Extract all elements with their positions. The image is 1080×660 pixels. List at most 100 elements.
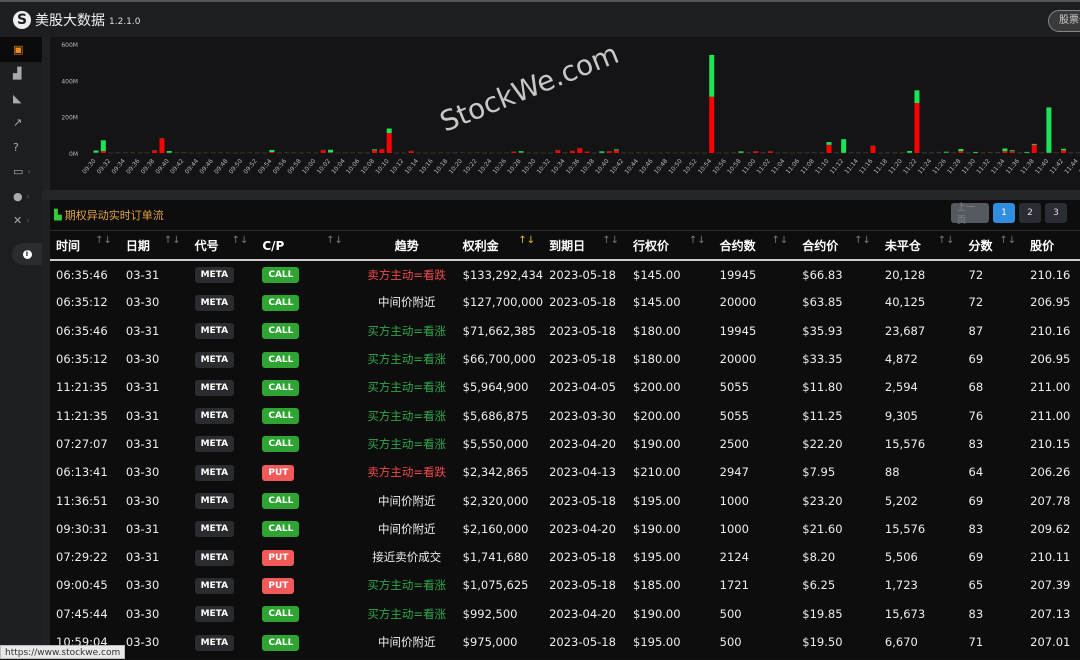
table-row[interactable]: 06:35:46 03-31 META CALL 卖方主动=看跌 $133,292,434… <box>50 260 1080 288</box>
cell-score: 83 <box>963 600 1025 628</box>
sort-icon[interactable]: ↑↓ <box>999 235 1016 246</box>
score-value: 72 <box>968 267 984 282</box>
sidebar-item-monitor[interactable]: ▭ › <box>0 160 42 185</box>
page-2-button[interactable]: 2 <box>1019 203 1041 223</box>
option-type-badge: CALL <box>262 323 300 340</box>
table-row[interactable]: 11:21:35 03-31 META CALL 买方主动=看涨 $5,964,900 20… <box>50 373 1080 401</box>
expiry-value: 2023-05-18 <box>549 550 616 565</box>
table-row[interactable]: 10:59:04 03-30 META CALL 中间价附近 $975,000 2023-0… <box>50 628 1080 656</box>
size-value: 19945 <box>719 323 757 338</box>
column-header[interactable]: 代号 ↑↓ <box>188 232 257 261</box>
column-header[interactable]: 日期 ↑↓ <box>119 232 189 261</box>
page-3-button[interactable]: 3 <box>1045 203 1067 223</box>
table-row[interactable]: 06:35:12 03-30 META CALL 买方主动=看涨 $66,700,000 2… <box>50 345 1080 373</box>
cell-size: 500 <box>714 628 797 656</box>
cell-price: $66.83 <box>796 260 879 288</box>
bar-bullish <box>511 151 517 152</box>
column-header[interactable]: 合约数 ↑↓ <box>713 232 797 261</box>
sort-icon[interactable]: ↑↓ <box>689 235 706 246</box>
cell-price: $33.35 <box>796 345 879 373</box>
premium-value: $975,000 <box>462 635 518 649</box>
bar-bullish <box>342 152 348 154</box>
table-row[interactable]: 07:29:22 03-31 META PUT 接近卖价成交 $1,741,680 2023… <box>50 543 1080 571</box>
bar-bullish <box>584 151 590 152</box>
sidebar-item-bar-chart[interactable]: ▟ <box>0 62 42 87</box>
x-tick-label: 11:24 <box>917 158 934 176</box>
bar-bullish <box>284 152 290 153</box>
score-value: 76 <box>968 408 984 423</box>
cell-cp: CALL <box>256 373 350 401</box>
sort-icon[interactable]: ↑↓ <box>518 235 535 246</box>
column-header[interactable]: 趋势 <box>350 232 457 261</box>
cell-strike: $195.00 <box>627 628 714 656</box>
page-1-button[interactable]: 1 <box>993 203 1015 223</box>
oi-value: 15,673 <box>884 606 926 621</box>
table-row[interactable]: 06:13:41 03-30 META PUT 卖方主动=看跌 $2,342,865 202… <box>50 458 1080 486</box>
column-header-label: C/P <box>262 238 285 253</box>
column-header[interactable]: 合约价 ↑↓ <box>796 232 879 261</box>
cell-trend: 中间价附近 <box>351 288 457 316</box>
table-row[interactable]: 07:27:07 03-31 META CALL 买方主动=看涨 $5,550,000 20… <box>50 430 1080 458</box>
bar-bullish <box>848 152 854 153</box>
sort-icon[interactable]: ↑↓ <box>232 235 249 246</box>
table-row[interactable]: 06:35:46 03-31 META CALL 买方主动=看涨 $71,662,385 2… <box>50 317 1080 345</box>
column-header[interactable]: 权利金 ↑↓ <box>456 232 544 261</box>
table-row[interactable]: 09:00:45 03-30 META PUT 买方主动=看涨 $1,075,625 202… <box>50 571 1080 599</box>
cell-cp: CALL <box>256 515 350 543</box>
column-header[interactable]: 行权价 ↑↓ <box>627 232 714 261</box>
bar-bullish <box>811 152 817 153</box>
cell-ticker: META <box>189 345 257 373</box>
x-tick-label: 10:36 <box>565 158 582 176</box>
column-header[interactable]: 股价 <box>1024 232 1080 261</box>
table-row[interactable]: 06:35:12 03-30 META CALL 中间价附近 $127,700,000 20… <box>50 288 1080 316</box>
price-value: $33.35 <box>802 352 843 367</box>
bar-bullish <box>767 151 773 152</box>
sidebar-item-line-chart[interactable]: ↗ <box>0 111 42 136</box>
bar-bullish <box>665 152 671 154</box>
column-header[interactable]: 未平仓 ↑↓ <box>878 232 963 261</box>
column-header[interactable]: 分数 ↑↓ <box>962 232 1025 261</box>
stock-price-button[interactable]: 股票价 <box>1048 10 1080 32</box>
cell-time: 09:30:31 <box>50 515 120 543</box>
bar-bullish <box>254 152 260 154</box>
sidebar-item-help[interactable]: ? <box>0 135 42 160</box>
bar-bearish <box>848 152 854 154</box>
column-header[interactable]: C/P ↑↓ <box>256 232 351 261</box>
size-value: 1000 <box>719 521 749 536</box>
sort-icon[interactable]: ↑↓ <box>326 235 343 246</box>
sidebar-item-flow[interactable]: ▣ <box>0 37 42 62</box>
cell-cp: CALL <box>256 486 350 514</box>
table-row[interactable]: 09:30:31 03-31 META CALL 中间价附近 $2,160,000 2023… <box>50 515 1080 543</box>
sidebar-item-users[interactable]: ● › <box>0 184 42 209</box>
cell-strike: $200.00 <box>627 401 714 429</box>
bar-bearish <box>577 148 583 153</box>
sort-icon[interactable]: ↑↓ <box>164 235 181 246</box>
cell-strike: $195.00 <box>627 543 714 571</box>
time-value: 06:35:12 <box>56 295 108 310</box>
column-header[interactable]: 到期日 ↑↓ <box>543 232 627 261</box>
info-button[interactable]: i <box>12 243 42 265</box>
column-header[interactable]: 时间 ↑↓ <box>50 232 120 261</box>
sort-icon[interactable]: ↑↓ <box>602 235 619 246</box>
x-tick-label: 10:34 <box>550 158 567 176</box>
time-value: 11:36:51 <box>56 493 108 508</box>
chart-icon: ▙ <box>54 209 62 221</box>
sort-icon[interactable]: ↑↓ <box>95 235 112 246</box>
prev-page-button[interactable]: 上一页 <box>951 203 989 226</box>
sidebar-item-tools[interactable]: ✕ › <box>0 209 42 234</box>
sort-icon[interactable]: ↑↓ <box>772 235 789 246</box>
sidebar-item-whale[interactable]: ◣ <box>0 86 42 111</box>
size-value: 500 <box>719 635 742 649</box>
cell-price: $6.25 <box>796 571 879 599</box>
cell-cp: CALL <box>256 628 350 656</box>
x-tick-label: 09:58 <box>286 158 303 176</box>
cell-oi: 5,202 <box>879 486 963 514</box>
x-tick-label: 09:52 <box>242 158 259 176</box>
table-row[interactable]: 07:45:44 03-30 META CALL 买方主动=看涨 $992,500 2023… <box>50 600 1080 628</box>
table-row[interactable]: 11:21:35 03-31 META CALL 买方主动=看涨 $5,686,875 20… <box>50 401 1080 429</box>
table-row[interactable]: 11:36:51 03-30 META CALL 中间价附近 $2,320,000 2023… <box>50 486 1080 514</box>
sort-icon[interactable]: ↑↓ <box>854 235 871 246</box>
sort-icon[interactable]: ↑↓ <box>938 235 955 246</box>
bar-bearish <box>951 152 957 154</box>
score-value: 72 <box>968 295 984 310</box>
